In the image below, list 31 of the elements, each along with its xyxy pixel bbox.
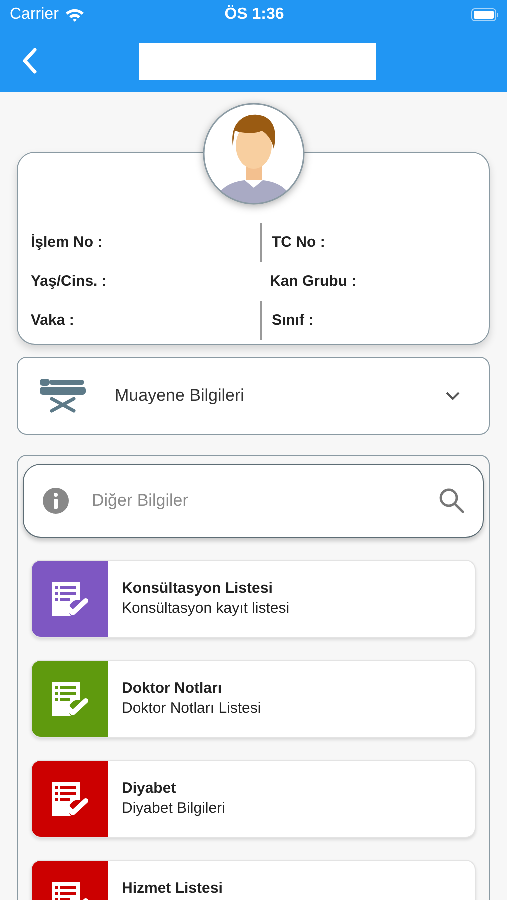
list-item[interactable]: Doktor Notları Doktor Notları Listesi [31,660,476,738]
carrier-name: Carrier [10,6,59,24]
search-field[interactable]: Diğer Bilgiler [90,490,419,512]
field-label: İşlem No : [31,234,103,251]
item-title: Hizmet Listesi [122,880,223,897]
item-subtitle: Diyabet Bilgileri [122,800,226,817]
wifi-icon [64,8,85,22]
stretcher-icon [38,377,88,415]
status-time: ÖS 1:36 [224,6,284,24]
list-item[interactable]: Diyabet Diyabet Bilgileri [31,760,476,838]
item-title: Konsültasyon Listesi [122,580,274,597]
item-title: Doktor Notları [122,680,224,697]
list-item[interactable]: Konsültasyon Listesi Konsültasyon kayıt listesi [31,560,476,638]
chevron-icon [445,391,461,401]
list-item[interactable]: Hizmet Listesi [31,860,476,900]
checklist-icon [50,780,90,818]
battery-icon [471,8,499,22]
back-button[interactable] [22,48,38,74]
search-icon [439,488,465,514]
item-title: Diyabet [122,780,178,797]
field-label: TC No : [272,234,326,251]
info-icon [42,487,70,515]
item-subtitle: Konsültasyon kayıt listesi [122,600,290,617]
field-label: Yaş/Cins. : [31,273,107,290]
item-subtitle: Doktor Notları Listesi [122,700,262,717]
field-label: Vaka : [31,312,74,329]
exam-dropdown[interactable]: Muayene Bilgileri [17,357,490,435]
checklist-icon [50,580,90,618]
checklist-icon [50,680,90,718]
field-label: Sınıf : [272,312,314,329]
field-label: Kan Grubu : [270,273,357,290]
